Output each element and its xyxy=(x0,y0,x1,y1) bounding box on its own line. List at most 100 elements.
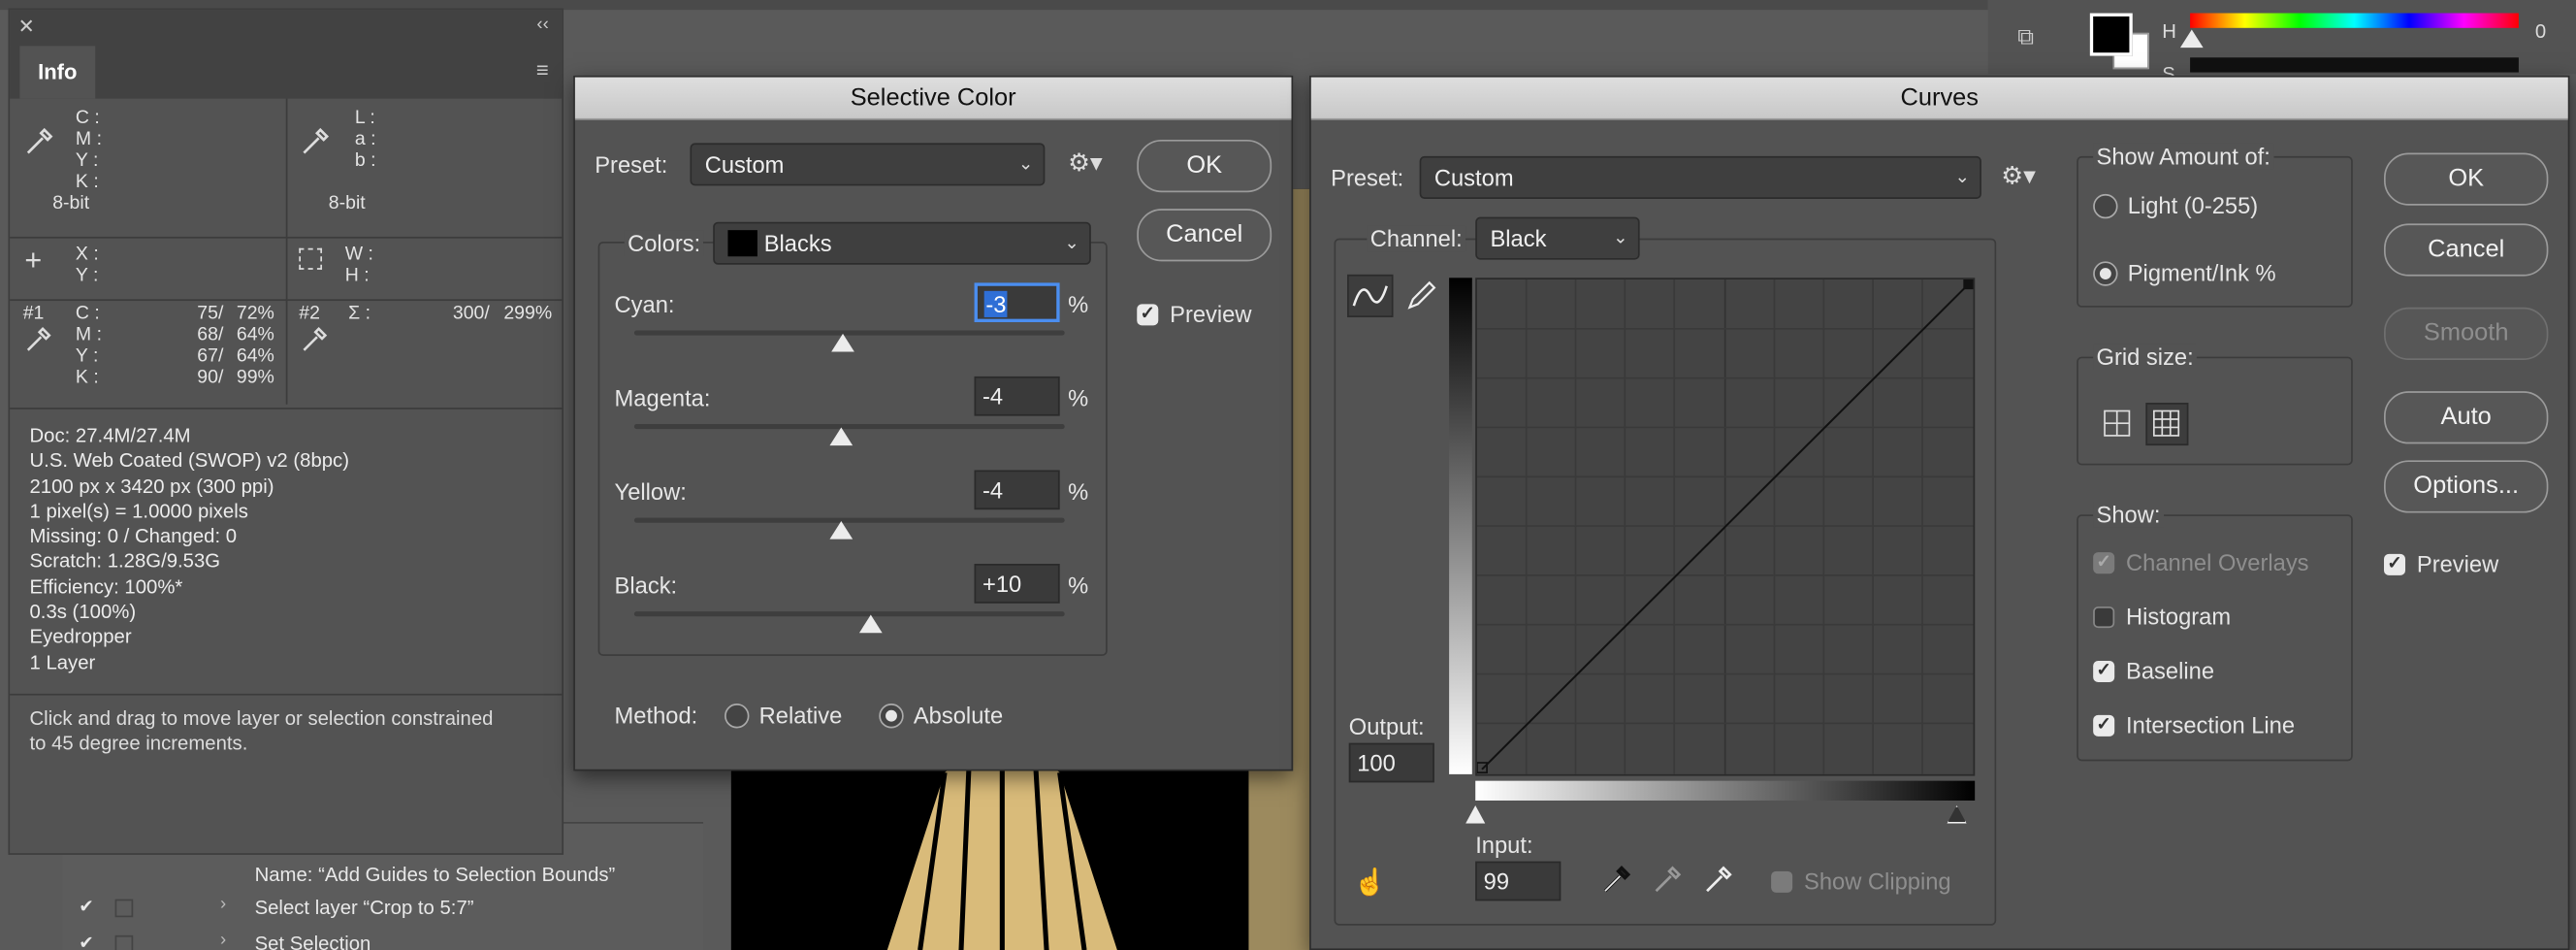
tool-hint: Click and drag to move layer or selectio… xyxy=(29,706,494,756)
crosshair-icon: + xyxy=(24,243,43,277)
simple-grid-icon[interactable] xyxy=(2100,406,2136,442)
color-sampler-icon[interactable] xyxy=(23,325,52,363)
cancel-button[interactable]: Cancel xyxy=(2383,223,2549,277)
divider xyxy=(285,98,288,237)
detailed-grid-icon[interactable] xyxy=(2145,403,2189,446)
info-panel: ✕ ‹‹ Info ≡ C :M :Y :K : 8-bit L :a :b :… xyxy=(8,8,564,855)
input-field[interactable]: 99 xyxy=(1475,861,1562,901)
panel-header xyxy=(10,10,563,47)
black-eyedropper-icon[interactable] xyxy=(1600,863,1633,903)
curve-grid xyxy=(1476,278,1974,774)
on-image-adjust-icon[interactable]: ☝ xyxy=(1354,867,1387,900)
slider-value-field[interactable]: -3 xyxy=(974,282,1060,323)
output-field[interactable]: 100 xyxy=(1348,742,1434,783)
baseline-label: Baseline xyxy=(2126,657,2215,684)
layers-icon[interactable]: ⧉ xyxy=(2017,23,2034,51)
curve-graph[interactable] xyxy=(1475,278,1976,776)
slider-value-field[interactable]: -4 xyxy=(974,376,1060,416)
check-icon[interactable]: ✔ xyxy=(79,932,94,950)
light-radio[interactable] xyxy=(2093,193,2118,219)
slider-thumb[interactable] xyxy=(859,614,883,634)
hue-label: H xyxy=(2162,19,2176,44)
baseline-checkbox[interactable]: ✓ xyxy=(2093,660,2115,683)
slider-value-field[interactable]: -4 xyxy=(974,470,1060,510)
hue-slider-thumb[interactable] xyxy=(2179,29,2204,49)
preview-label: Preview xyxy=(1170,301,1252,328)
gear-icon[interactable]: ⚙▾ xyxy=(1068,147,1103,178)
chevron-right-icon[interactable]: › xyxy=(220,931,226,950)
panel-menu-icon[interactable]: ≡ xyxy=(536,57,549,82)
check-icon[interactable]: ✔ xyxy=(79,896,94,917)
action-row[interactable]: ✔ › Select layer “Crop to 5:7” xyxy=(62,891,703,927)
intersection-line-checkbox[interactable]: ✓ xyxy=(2093,714,2115,737)
method-absolute-radio[interactable] xyxy=(879,704,904,729)
dialog-toggle-box[interactable] xyxy=(114,899,134,918)
channel-overlays-checkbox[interactable]: ✓ xyxy=(2093,552,2115,574)
sampler-1-labels: C :M :Y :K : xyxy=(75,304,103,388)
black-swatch-icon xyxy=(727,230,757,257)
percent-unit: % xyxy=(1068,290,1089,317)
dialog-toggle-box[interactable] xyxy=(114,934,134,950)
action-row[interactable]: ✔ › Set Selection xyxy=(62,927,703,950)
colors-value: Blacks xyxy=(763,230,832,257)
channel-label: Channel: xyxy=(1367,225,1466,252)
chevron-down-icon: ⌄ xyxy=(1064,233,1079,253)
eyedropper-icon[interactable] xyxy=(23,125,56,166)
chevron-down-icon: ⌄ xyxy=(1017,154,1034,175)
ok-button[interactable]: OK xyxy=(2383,152,2549,206)
eyedropper-icon[interactable] xyxy=(299,125,332,166)
preview-checkbox[interactable]: ✓ xyxy=(1137,304,1159,326)
channel-select[interactable]: Black ⌄ xyxy=(1475,216,1640,260)
channel-value: Black xyxy=(1490,225,1547,252)
slider-thumb[interactable] xyxy=(829,427,853,446)
pencil-icon[interactable] xyxy=(1403,278,1439,322)
method-relative-label: Relative xyxy=(758,702,843,729)
hue-slider[interactable] xyxy=(2190,13,2519,28)
smooth-button[interactable]: Smooth xyxy=(2383,307,2549,360)
action-label: Select layer “Crop to 5:7” xyxy=(254,896,474,919)
curves-dialog: Curves Preset: Custom ⌄ ⚙▾ Channel: Black… xyxy=(1309,75,2570,950)
chevron-right-icon[interactable]: › xyxy=(220,895,226,914)
show-label: Show: xyxy=(2093,501,2164,528)
curve-edit-tool[interactable] xyxy=(1347,274,1394,317)
preview-checkbox[interactable]: ✓ xyxy=(2383,553,2406,575)
action-label: Name: “Add Guides to Selection Bounds” xyxy=(254,863,616,887)
output-gradient xyxy=(1449,278,1472,774)
ok-button[interactable]: OK xyxy=(1137,139,1272,193)
saturation-slider[interactable] xyxy=(2190,57,2519,73)
cancel-button[interactable]: Cancel xyxy=(1137,209,1272,262)
curve-point-black xyxy=(1476,762,1488,774)
dialog-title: Selective Color xyxy=(574,77,1292,120)
slider-thumb[interactable] xyxy=(831,333,854,352)
auto-button[interactable]: Auto xyxy=(2383,391,2549,444)
sampler-2-sigma: Σ : xyxy=(348,304,370,324)
action-label: Set Selection xyxy=(254,932,371,950)
slider-label: Black: xyxy=(614,572,678,599)
selective-color-dialog: Selective Color Preset: Custom ⌄ ⚙▾ OK Ca… xyxy=(573,75,1294,771)
preset-select[interactable]: Custom ⌄ xyxy=(690,143,1046,186)
pigment-radio[interactable] xyxy=(2093,261,2118,286)
action-row[interactable]: Name: “Add Guides to Selection Bounds” xyxy=(62,858,703,894)
histogram-checkbox[interactable] xyxy=(2093,606,2115,629)
close-icon[interactable]: ✕ xyxy=(18,15,35,38)
show-clipping-label: Show Clipping xyxy=(1804,868,1951,895)
gear-icon[interactable]: ⚙▾ xyxy=(2001,161,2036,191)
divider xyxy=(285,236,288,303)
options-button[interactable]: Options... xyxy=(2383,460,2549,513)
preset-label: Preset: xyxy=(595,150,668,178)
foreground-color-swatch[interactable] xyxy=(2089,13,2133,56)
colors-select[interactable]: Blacks ⌄ xyxy=(713,221,1091,265)
color-sampler-icon[interactable] xyxy=(299,325,328,363)
slider-value-field[interactable]: +10 xyxy=(974,564,1060,604)
white-eyedropper-icon[interactable] xyxy=(1702,863,1735,903)
tab-info[interactable]: Info xyxy=(19,46,96,99)
show-clipping-checkbox[interactable] xyxy=(1771,870,1793,893)
slider-track[interactable] xyxy=(633,611,1065,617)
preset-select[interactable]: Custom ⌄ xyxy=(1419,155,1981,199)
curve-point-white xyxy=(1963,278,1974,290)
slider-thumb[interactable] xyxy=(829,520,853,540)
collapse-icon[interactable]: ‹‹ xyxy=(536,15,548,34)
method-relative-radio[interactable] xyxy=(724,704,750,729)
gray-eyedropper-icon[interactable] xyxy=(1651,863,1684,903)
bit-depth-right: 8-bit xyxy=(328,193,366,214)
